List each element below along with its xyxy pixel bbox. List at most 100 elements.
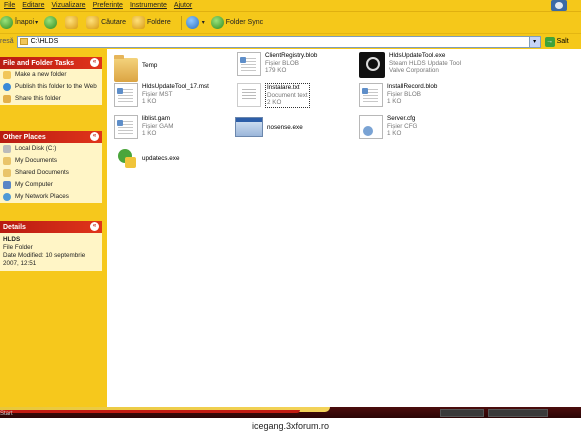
drive-icon xyxy=(3,145,11,153)
folders-button[interactable]: Foldere xyxy=(132,16,171,29)
panel-title: Details xyxy=(3,223,26,231)
menu-edit[interactable]: Editare xyxy=(22,2,44,9)
place-local-disk[interactable]: Local Disk (C:) xyxy=(0,143,102,155)
address-input[interactable]: C:\HLDS ▾ xyxy=(16,35,541,48)
toolbar-divider xyxy=(180,15,182,30)
address-bar: resă C:\HLDS ▾ → Salt xyxy=(0,33,581,49)
address-path: C:\HLDS xyxy=(30,38,59,45)
place-label: My Documents xyxy=(15,157,57,164)
details-body: HLDS File Folder Date Modified: 10 septe… xyxy=(0,233,102,271)
folder-icon xyxy=(114,55,138,82)
views-icon xyxy=(185,16,199,29)
folder-icon xyxy=(19,38,28,45)
address-dropdown-button[interactable]: ▾ xyxy=(528,36,540,47)
file-name: liblist.gam xyxy=(142,115,170,122)
config-file-icon xyxy=(359,115,383,139)
menu-tools[interactable]: Instrumente xyxy=(130,2,167,9)
file-item-installrecord[interactable]: InstallRecord.blob Fișier BLOB 1 KO xyxy=(359,83,437,107)
documents-icon xyxy=(3,157,11,165)
place-label: My Network Places xyxy=(15,193,69,200)
file-name: Server.cfg xyxy=(387,115,416,122)
file-type: Fișier BLOB xyxy=(387,90,421,98)
gam-file-icon xyxy=(114,115,138,139)
chevron-down-icon: ▾ xyxy=(201,20,205,26)
file-company: Valve Corporation xyxy=(389,67,439,74)
file-name: HldsUpdateTool_17.mst xyxy=(142,83,209,90)
back-label: Înapoi xyxy=(15,19,35,26)
place-label: Shared Documents xyxy=(15,169,69,176)
file-item-hldsupdatetool[interactable]: HldsUpdateTool.exe Steam HLDS Update Too… xyxy=(359,52,461,78)
file-name: Instalare.txt xyxy=(267,84,300,91)
details-panel: Details « HLDS File Folder Date Modified… xyxy=(0,221,102,271)
panel-title: Other Places xyxy=(3,133,46,141)
collapse-icon[interactable]: « xyxy=(90,222,99,231)
up-folder-icon xyxy=(65,16,79,29)
collapse-icon[interactable]: « xyxy=(90,132,99,141)
globe-icon xyxy=(3,83,11,91)
file-type: Fișier GAM xyxy=(142,122,174,130)
text-document-icon xyxy=(237,83,261,107)
file-item-hldsupdatetool-mst[interactable]: HldsUpdateTool_17.mst Fișier MST 1 KO xyxy=(114,83,209,107)
file-item-nosense[interactable]: nosense.exe xyxy=(235,117,303,137)
place-my-network[interactable]: My Network Places xyxy=(0,191,102,203)
place-my-computer[interactable]: My Computer xyxy=(0,179,102,191)
task-label: Share this folder xyxy=(15,95,61,102)
folder-sync-button[interactable]: Folder Sync xyxy=(210,16,263,29)
file-item-liblist[interactable]: liblist.gam Fișier GAM 1 KO xyxy=(114,115,174,139)
file-type: Document text xyxy=(267,91,308,99)
task-label: Publish this folder to the Web xyxy=(15,83,97,90)
mst-file-icon xyxy=(114,83,138,107)
file-name: nosense.exe xyxy=(267,124,303,131)
panel-header[interactable]: Details « xyxy=(0,221,102,233)
panel-header[interactable]: File and Folder Tasks « xyxy=(0,57,102,69)
file-item-temp[interactable]: Temp xyxy=(114,54,157,82)
tray-item[interactable] xyxy=(488,409,548,417)
task-pane: File and Folder Tasks « Make a new folde… xyxy=(0,49,107,407)
toolbar: Înapoi ▾ Căutare Foldere ▾ Folder Sync xyxy=(0,11,581,33)
blob-file-icon xyxy=(237,52,261,76)
file-name: updatecs.exe xyxy=(142,155,180,162)
place-label: My Computer xyxy=(15,181,53,188)
back-arrow-icon xyxy=(0,16,13,29)
place-shared-documents[interactable]: Shared Documents xyxy=(0,167,102,179)
taskbar: Start xyxy=(0,407,581,418)
chevron-down-icon: ▾ xyxy=(35,20,39,26)
details-modified: Date Modified: 10 septembrie 2007, 12:51 xyxy=(3,252,86,267)
file-size: 1 KO xyxy=(142,130,157,137)
new-folder-icon xyxy=(3,71,11,79)
details-name: HLDS xyxy=(3,236,21,243)
application-window-icon xyxy=(235,117,263,137)
views-button[interactable]: ▾ xyxy=(185,16,205,29)
up-folder-button[interactable] xyxy=(65,16,80,29)
place-my-documents[interactable]: My Documents xyxy=(0,155,102,167)
go-arrow-icon: → xyxy=(544,36,555,47)
file-type: Fișier MST xyxy=(142,90,173,98)
forward-button[interactable] xyxy=(44,16,59,29)
collapse-icon[interactable]: « xyxy=(90,58,99,67)
search-button[interactable]: Căutare xyxy=(86,16,126,29)
file-item-clientregistry[interactable]: ClientRegistry.blob Fișier BLOB 179 KO xyxy=(237,52,317,76)
task-publish-web[interactable]: Publish this folder to the Web xyxy=(0,81,102,93)
file-type: Fișier CFG xyxy=(387,122,418,130)
task-make-folder[interactable]: Make a new folder xyxy=(0,69,102,81)
sync-icon xyxy=(210,16,224,29)
panel-header[interactable]: Other Places « xyxy=(0,131,102,143)
file-item-server-cfg[interactable]: Server.cfg Fișier CFG 1 KO xyxy=(359,115,417,139)
blob-file-icon xyxy=(359,83,383,107)
file-description: Steam HLDS Update Tool xyxy=(389,59,461,67)
menu-file[interactable]: File xyxy=(4,2,15,9)
start-button[interactable]: Start xyxy=(0,411,13,417)
menu-favorites[interactable]: Preferințe xyxy=(93,2,123,9)
file-item-updatecs[interactable]: updatecs.exe xyxy=(114,147,179,171)
details-type: File Folder xyxy=(3,244,33,251)
task-share-folder[interactable]: Share this folder xyxy=(0,93,102,105)
file-size: 1 KO xyxy=(142,98,157,105)
folders-icon xyxy=(132,16,145,29)
back-button[interactable]: Înapoi ▾ xyxy=(0,16,38,29)
menu-view[interactable]: Vizualizare xyxy=(51,2,85,9)
menu-help[interactable]: Ajutor xyxy=(174,2,192,9)
tray-item[interactable] xyxy=(440,409,484,417)
file-item-instalare[interactable]: Instalare.txt Document text 2 KO xyxy=(237,83,310,108)
file-name: InstallRecord.blob xyxy=(387,83,438,90)
go-button[interactable]: → Salt xyxy=(544,36,569,47)
